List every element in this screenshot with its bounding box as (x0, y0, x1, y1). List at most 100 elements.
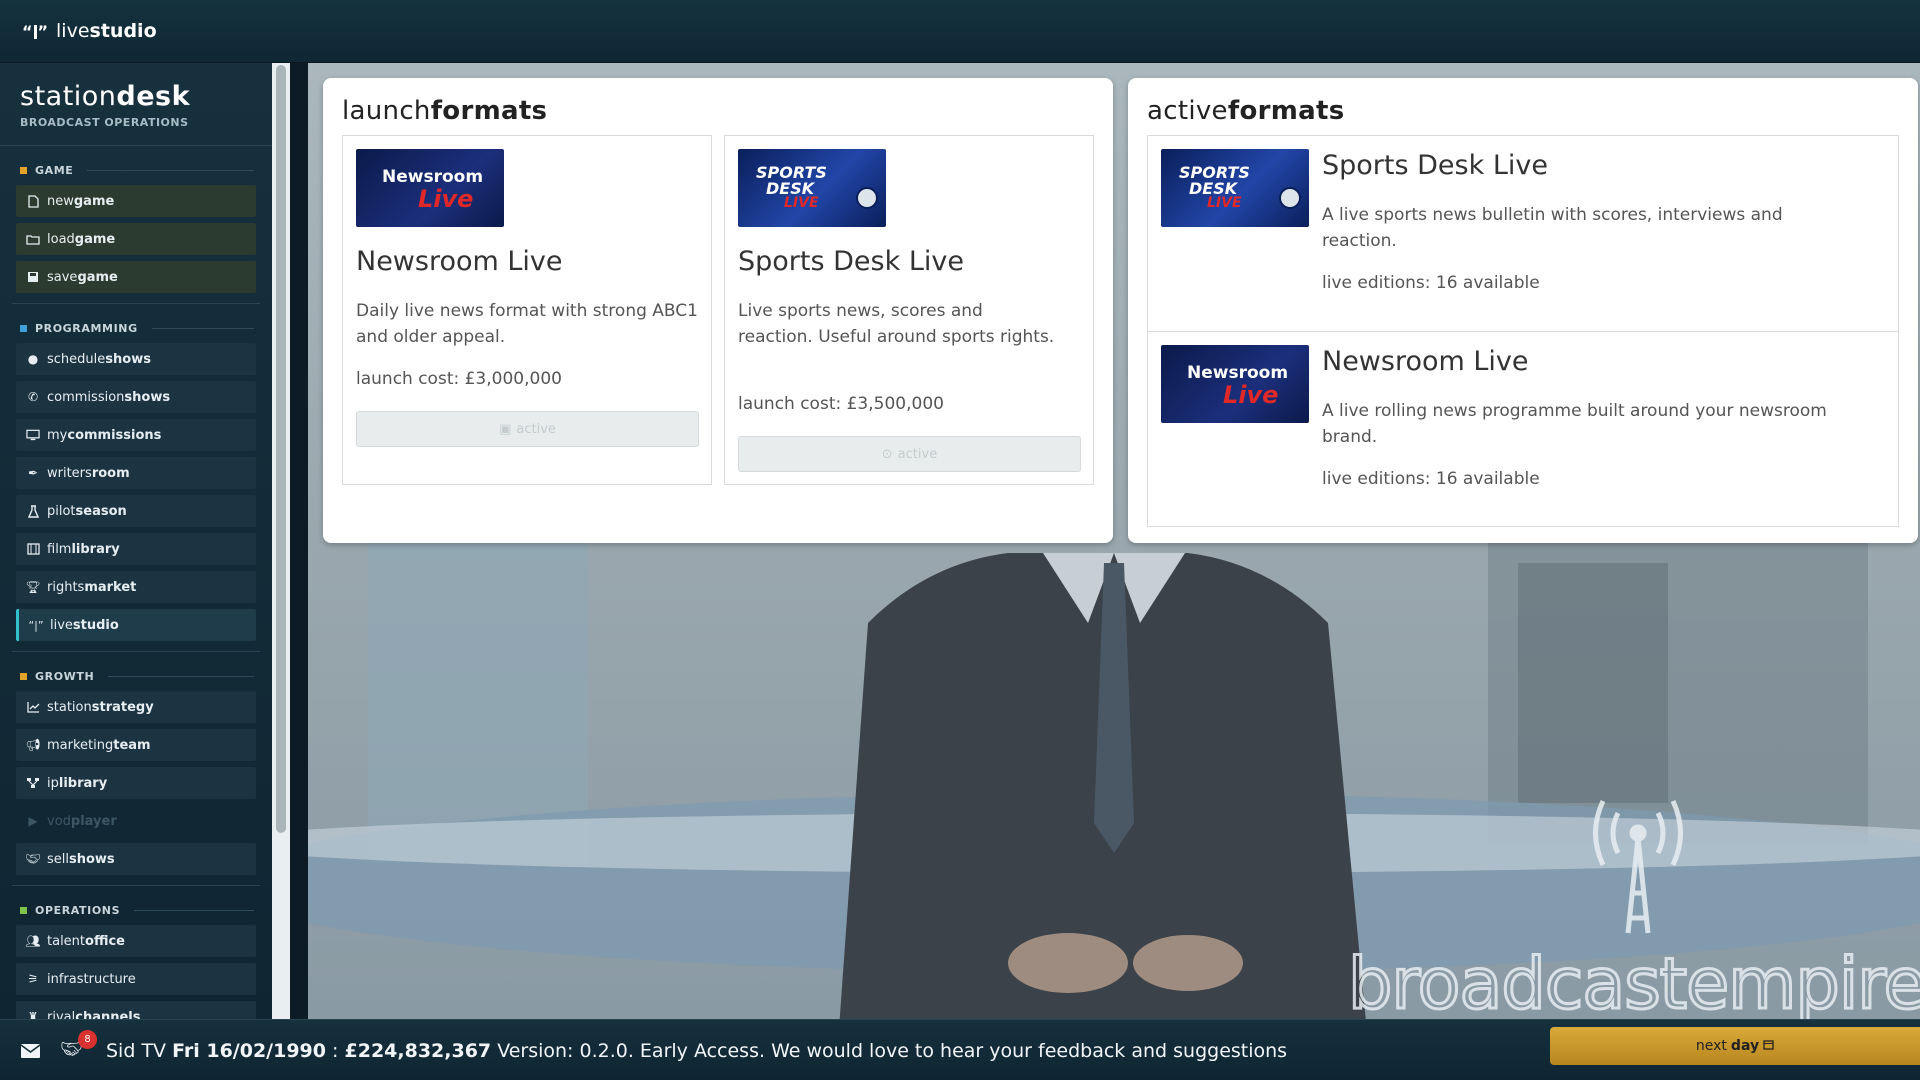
nav-label-bold: library (58, 775, 108, 791)
brand-title-light: station (20, 81, 117, 112)
section-marker-icon (20, 673, 27, 680)
nav-label-light: marketing (47, 737, 114, 753)
channel-name: Sid TV (106, 1040, 167, 1062)
sports-desk-logo-image: SPORTS DESK LIVE (1161, 149, 1309, 227)
format-launch-cost: launch cost: £3,000,000 (356, 369, 562, 389)
brand-subtitle: BROADCAST OPERATIONS (20, 116, 189, 129)
section-title: GROWTH (35, 670, 95, 683)
nav-label-light: station (47, 699, 92, 715)
panel-title: launchformats (342, 96, 547, 126)
nav-label-bold: channels (75, 1009, 141, 1020)
antenna-icon: “” (22, 21, 49, 41)
nav-label-light: infrastructure (47, 971, 136, 987)
sidebar-item-iplibrary[interactable]: iplibrary (16, 767, 256, 799)
floppy-icon (26, 270, 40, 284)
section-growth: GROWTH stationstrategy 📢︎ marketingteam … (12, 651, 260, 875)
sidebar-item-livestudio[interactable]: “|” livestudio (16, 609, 256, 641)
brand-title: stationdesk (20, 81, 252, 112)
logo-text: Live (418, 185, 474, 213)
sidebar-scrollbar[interactable] (272, 63, 290, 1019)
nav-label-bold: library (71, 541, 120, 557)
sports-desk-logo-image: SPORTS DESK LIVE (738, 149, 886, 227)
balance: £224,832,367 (344, 1040, 492, 1062)
soccer-ball-icon: ⊙ (881, 446, 893, 462)
sidebar-item-sellshows[interactable]: 🤝︎ sellshows (16, 843, 256, 875)
scrollbar-thumb[interactable] (276, 65, 286, 833)
calendar-icon (1763, 1038, 1774, 1054)
nav-label-light: schedule (47, 351, 106, 367)
panel-title-light: active (1147, 96, 1228, 126)
sidebar-item-infrastructure[interactable]: ⚞ infrastructure (16, 963, 256, 995)
sidebar-item-rivalchannels[interactable]: ♜ rivalchannels (16, 1001, 256, 1019)
nav-label-bold: strategy (91, 699, 154, 715)
active-button[interactable]: ▣ active (356, 411, 699, 447)
logo-text: Newsroom (1187, 363, 1289, 383)
brand-title-bold: desk (116, 81, 191, 112)
sidebar: stationdesk BROADCAST OPERATIONS GAME ne… (0, 63, 290, 1019)
sidebar-item-rightsmarket[interactable]: 🏆︎ rightsmarket (16, 571, 256, 603)
sidebar-item-filmlibrary[interactable]: filmlibrary (16, 533, 256, 565)
button-label-light: next (1695, 1038, 1727, 1054)
next-day-button[interactable]: next day (1550, 1027, 1920, 1065)
nav-label-bold: commissions (67, 427, 162, 443)
monitor-icon (26, 428, 40, 442)
clock-icon: ● (27, 352, 39, 366)
nav-label-light: writers (47, 465, 92, 481)
sidebar-item-marketingteam[interactable]: 📢︎ marketingteam (16, 729, 256, 761)
sidebar-item-mycommissions[interactable]: mycommissions (16, 419, 256, 451)
button-label: active (516, 421, 556, 437)
notification-badge: 8 (78, 1030, 97, 1049)
section-programming: PROGRAMMING ● scheduleshows ✆ commission… (12, 303, 260, 641)
antenna-icon: “|” (28, 618, 44, 632)
nav-label-bold: team (113, 737, 151, 753)
section-header: OPERATIONS (12, 894, 260, 925)
sidebar-item-scheduleshows[interactable]: ● scheduleshows (16, 343, 256, 375)
status-text: Sid TV Fri 16/02/1990 : £224,832,367 Ver… (106, 1040, 1287, 1062)
chess-icon: ♜ (27, 1010, 39, 1019)
panel-title: activeformats (1147, 96, 1344, 126)
sidebar-item-pilotseason[interactable]: pilotseason (16, 495, 256, 527)
sidebar-item-talentoffice[interactable]: 👥︎ talentoffice (16, 925, 256, 957)
section-marker-icon (20, 167, 27, 174)
nav-label-bold: season (75, 503, 127, 519)
nav-label-bold: player (70, 813, 117, 829)
app-title: “” livestudio (22, 20, 157, 42)
sidebar-item-newgame[interactable]: newgame (16, 185, 256, 217)
nav-label-bold: market (84, 579, 137, 595)
active-button[interactable]: ⊙ active (738, 436, 1081, 472)
top-bar: “” livestudio (0, 0, 1920, 63)
logo-text: LIVE (784, 195, 819, 211)
nav-label-light: vod (47, 813, 71, 829)
app-title-light: live (56, 20, 90, 42)
format-launch-cost: launch cost: £3,500,000 (738, 394, 944, 414)
sidebar-item-commissionshows[interactable]: ✆ commissionshows (16, 381, 256, 413)
tower-icon: ⚞ (27, 972, 39, 986)
nav-label-bold: office (85, 933, 125, 949)
nav-label-light: commission (47, 389, 125, 405)
soccer-ball-icon (1279, 187, 1301, 209)
format-description: Daily live news format with strong ABC1 … (356, 301, 698, 347)
envelope-icon[interactable] (20, 1043, 41, 1062)
nav-label-light: new (47, 193, 74, 209)
panel-title-bold: formats (1227, 96, 1345, 126)
button-label-bold: day (1730, 1038, 1760, 1054)
sidebar-item-savegame[interactable]: savegame (16, 261, 256, 293)
nav-label-light: live (50, 617, 73, 633)
section-header: GAME (12, 154, 260, 185)
panel-title-light: launch (342, 96, 431, 126)
format-name: Sports Desk Live (738, 246, 964, 277)
format-description: Live sports news, scores and reaction. U… (738, 301, 1055, 347)
megaphone-icon: 📢︎ (25, 738, 41, 752)
section-operations: OPERATIONS 👥︎ talentoffice ⚞ infrastruct… (12, 885, 260, 1019)
nav-label-light: save (47, 269, 78, 285)
film-icon (26, 542, 40, 556)
nav-label-light: rival (47, 1009, 76, 1020)
sidebar-item-writersroom[interactable]: ✒ writersroom (16, 457, 256, 489)
trophy-icon: 🏆︎ (25, 580, 41, 594)
newsroom-logo-image: Newsroom Live (1161, 345, 1309, 423)
active-formats-panel: activeformats SPORTS DESK LIVE Sports De… (1128, 78, 1918, 543)
sidebar-content: stationdesk BROADCAST OPERATIONS GAME ne… (0, 63, 272, 1019)
sidebar-item-stationstrategy[interactable]: stationstrategy (16, 691, 256, 723)
sidebar-item-loadgame[interactable]: loadgame (16, 223, 256, 255)
section-game: GAME newgame loadgame savegame (12, 146, 260, 293)
